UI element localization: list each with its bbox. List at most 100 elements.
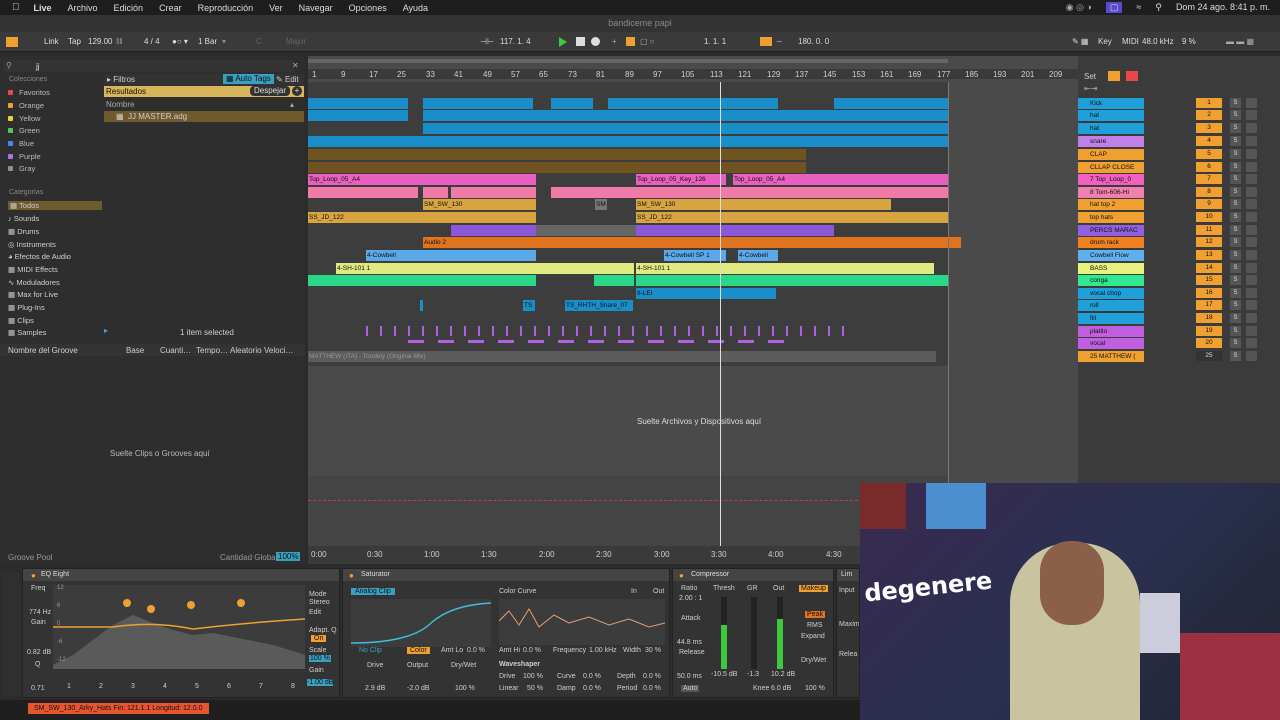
solo-button[interactable]: S (1230, 212, 1241, 222)
clip-sm-sw[interactable]: SM_SW_130 (423, 199, 536, 210)
groove-col-base[interactable]: Base (126, 346, 144, 355)
key-map-button[interactable]: Key (1098, 37, 1112, 46)
category-audio-effects[interactable]: ◕ Efectos de Audio (8, 252, 71, 261)
arm-button[interactable] (1246, 225, 1257, 235)
adaptive-q-toggle[interactable]: On (311, 635, 327, 642)
band-number[interactable]: 4 (163, 683, 167, 690)
clip-vocal[interactable] (408, 340, 798, 343)
solo-button[interactable]: S (1230, 326, 1241, 336)
makeup-toggle[interactable]: Makeup (799, 585, 828, 592)
eq-display[interactable] (53, 585, 306, 669)
track-row[interactable]: 7 Top_Loop_0 7 S (1078, 174, 1280, 186)
browser-search[interactable]: ⚲ jj ✕ (4, 60, 299, 72)
rms-toggle[interactable]: RMS (807, 622, 823, 629)
quantize-select[interactable]: 1 Bar (198, 37, 217, 46)
peak-toggle[interactable]: Peak (805, 611, 825, 618)
dry-wet-value[interactable]: 100 % (805, 685, 825, 692)
track-row[interactable]: CLLAP CLOSE 6 S (1078, 162, 1280, 174)
band-number[interactable]: 7 (259, 683, 263, 690)
preview-icon[interactable]: ▸ (104, 326, 108, 335)
track-row[interactable]: 8 Tom-606-Hi 8 S (1078, 187, 1280, 199)
output-value[interactable]: -2.0 dB (407, 685, 430, 692)
clip-conga[interactable] (308, 275, 536, 286)
screen-record-icon[interactable]: ▢ (1105, 2, 1123, 13)
clip-tom[interactable] (308, 187, 418, 198)
track-row[interactable]: roll 17 S (1078, 300, 1280, 312)
clip-matthew[interactable]: MATTHEW (ITA) - Toodely (Original Mix) (308, 351, 936, 362)
clip-hat[interactable] (423, 110, 948, 121)
punch-icon[interactable]: ∽ (776, 37, 783, 46)
key-select[interactable]: C (256, 37, 262, 46)
clip-percs-muted[interactable] (536, 225, 636, 236)
track-row[interactable]: PERCS MARAC 11 S (1078, 225, 1280, 237)
solo-button[interactable]: S (1230, 187, 1241, 197)
drive-value[interactable]: 2.9 dB (365, 685, 385, 692)
arm-button[interactable] (1246, 149, 1257, 159)
app-menu[interactable]: Live (34, 3, 52, 13)
track-row[interactable]: fill 18 S (1078, 313, 1280, 325)
eq-band-handle[interactable] (147, 605, 155, 613)
clip-tom[interactable] (551, 187, 948, 198)
category-sounds[interactable]: ♪ Sounds (8, 214, 39, 223)
track-activator[interactable]: 5 (1196, 149, 1222, 159)
loop-start[interactable]: 1. 1. 1 (704, 37, 726, 46)
menu-item-ver[interactable]: Ver (269, 3, 283, 13)
category-modulators[interactable]: ∿ Moduladores (8, 278, 60, 287)
arm-button[interactable] (1246, 162, 1257, 172)
solo-button[interactable]: S (1230, 225, 1241, 235)
arm-button[interactable] (1246, 326, 1257, 336)
track-name[interactable]: BASS (1078, 263, 1144, 274)
track-activator[interactable]: 10 (1196, 212, 1222, 222)
menu-item-navegar[interactable]: Navegar (299, 3, 333, 13)
ws-linear-value[interactable]: 50 % (527, 685, 543, 692)
track-name[interactable]: hat (1078, 123, 1144, 134)
track-name[interactable]: 25 MATTHEW ( (1078, 351, 1144, 362)
amt-lo-value[interactable]: 0.0 % (467, 647, 485, 654)
status-icons[interactable]: ◉ ◎ ◑ (1066, 2, 1092, 13)
eq-band-handle[interactable] (123, 599, 131, 607)
clip-clap-close[interactable] (308, 162, 806, 173)
session-record-icon[interactable]: ▢ ○ (640, 37, 655, 46)
track-name[interactable]: Cowbell Flow (1078, 250, 1144, 261)
device-title[interactable]: EQ Eight (23, 569, 339, 581)
track-row[interactable]: platito 19 S (1078, 326, 1280, 338)
solo-button[interactable]: S (1230, 275, 1241, 285)
arm-button[interactable] (1246, 250, 1257, 260)
scale-select[interactable]: Major (286, 37, 306, 46)
sort-icon[interactable]: ▴ (290, 100, 294, 109)
track-name[interactable]: CLLAP CLOSE (1078, 162, 1144, 173)
draw-mode-icon[interactable]: ✎ ▦ (1072, 37, 1088, 46)
ws-curve-value[interactable]: 0.0 % (583, 673, 601, 680)
clip-sm[interactable]: SM (595, 199, 607, 210)
track-row[interactable]: hat top 2 9S (1078, 199, 1280, 211)
power-icon[interactable]: ● (31, 571, 36, 580)
clip-ss-jd[interactable]: SS_JD_122 (636, 212, 948, 223)
band-number[interactable]: 5 (195, 683, 199, 690)
track-activator[interactable]: 18 (1196, 313, 1222, 323)
expand-toggle[interactable]: Expand (801, 633, 825, 640)
clip-top-loop[interactable]: Top_Loop_05_A4 (308, 174, 536, 185)
solo-button[interactable]: S (1230, 162, 1241, 172)
track-name[interactable]: CLAP (1078, 149, 1144, 160)
eq-band-handle[interactable] (237, 599, 245, 607)
clip-cowbell[interactable]: 4-Cowbell (366, 250, 536, 261)
solo-button[interactable]: S (1230, 110, 1241, 120)
stop-icon[interactable] (576, 37, 585, 46)
track-name[interactable]: top hats (1078, 212, 1144, 223)
overdub-icon[interactable]: + (612, 37, 617, 46)
solo-button[interactable]: S (1230, 136, 1241, 146)
arm-button[interactable] (1246, 123, 1257, 133)
automation-line[interactable] (308, 500, 948, 501)
loop-icon[interactable] (760, 37, 772, 46)
track-row[interactable]: hat 2 S (1078, 110, 1280, 122)
output-gain-value[interactable]: -1.00 dB (307, 679, 334, 686)
song-position[interactable]: 117. 1. 4 (500, 37, 531, 46)
clip-clap[interactable] (308, 149, 806, 160)
search-icon[interactable]: ⚲ (1155, 2, 1162, 13)
clip-conga[interactable] (594, 275, 634, 286)
menu-item-opciones[interactable]: Opciones (349, 3, 387, 13)
compressor-device[interactable]: Compressor ● Ratio 2.00 : 1 Attack 44.8 … (672, 568, 834, 698)
category-plugins[interactable]: ▦ Plug-Ins (8, 303, 45, 312)
solo-button[interactable]: S (1230, 313, 1241, 323)
threshold-meter[interactable] (721, 597, 727, 669)
